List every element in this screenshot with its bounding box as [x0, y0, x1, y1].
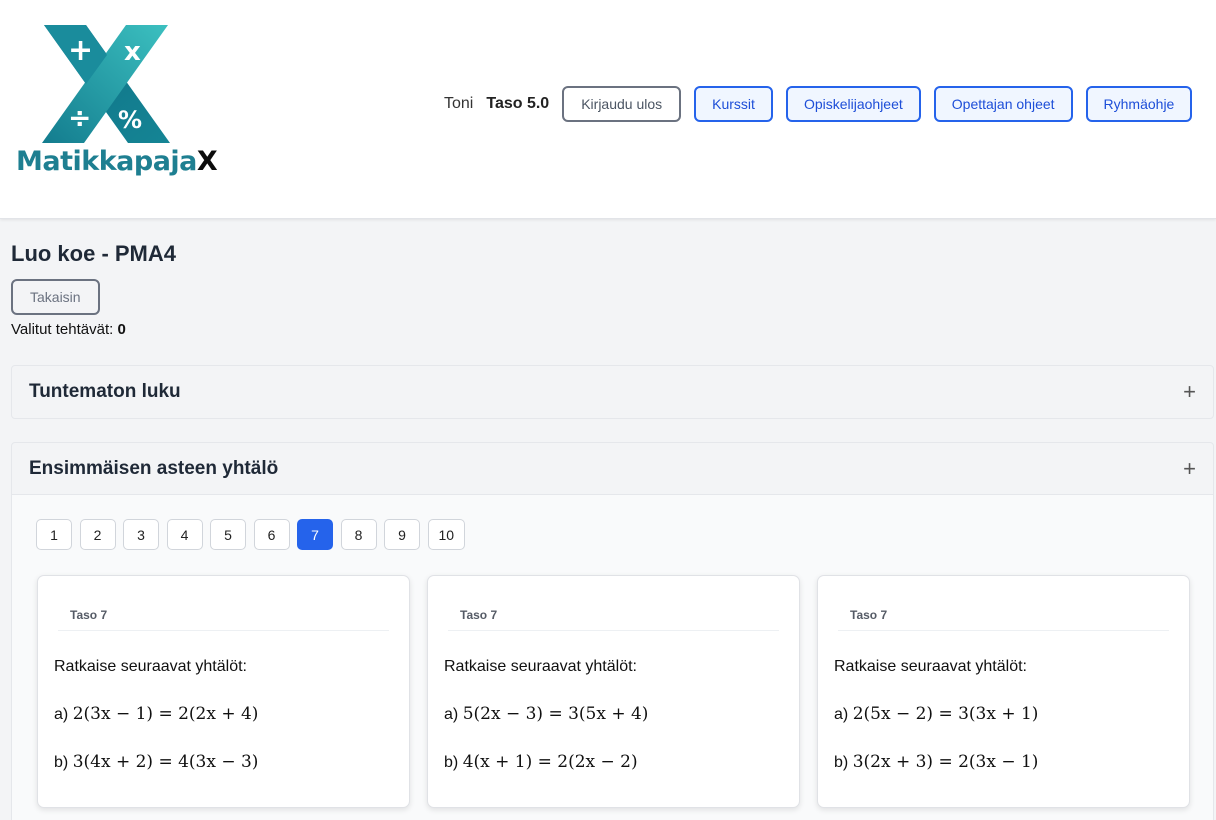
back-button[interactable]: Takaisin — [11, 279, 100, 315]
section-tuntematon-luku: Tuntematon luku + — [11, 365, 1214, 419]
svg-text:÷: ÷ — [68, 101, 91, 134]
section-ensimmaisen-asteen-yhtalo: Ensimmäisen asteen yhtälö + 1 2 3 4 5 6 … — [11, 442, 1214, 820]
card-divider — [838, 630, 1169, 631]
task-part-a-label: a) — [54, 706, 69, 723]
page-button-8[interactable]: 8 — [340, 519, 377, 550]
page-button-2[interactable]: 2 — [79, 519, 116, 550]
task-part-b: b) 3(2x + 3) = 2(3x − 1) — [834, 752, 1038, 772]
expand-plus-icon[interactable]: + — [1183, 381, 1196, 403]
logo-wordmark-suffix: X — [196, 146, 218, 177]
matikkapajax-logo[interactable]: + x ÷ % MatikkapajaX — [14, 22, 218, 182]
task-level: Taso 7 — [850, 608, 888, 622]
page-button-4[interactable]: 4 — [166, 519, 203, 550]
task-intro: Ratkaise seuraavat yhtälöt: — [54, 658, 247, 675]
task-part-b-equation: 4(x + 1) = 2(2x − 2) — [462, 752, 638, 772]
task-part-b-label: b) — [54, 754, 69, 771]
page-button-3[interactable]: 3 — [123, 519, 159, 550]
task-part-a-equation: 2(3x − 1) = 2(2x + 4) — [72, 704, 259, 724]
task-part-a: a) 5(2x − 3) = 3(5x + 4) — [444, 704, 648, 724]
logo-wordmark-main: Matikkapaja — [16, 146, 197, 177]
task-level: Taso 7 — [460, 608, 498, 622]
task-intro: Ratkaise seuraavat yhtälöt: — [834, 658, 1027, 675]
page-button-7[interactable]: 7 — [297, 519, 333, 550]
logo-wordmark: MatikkapajaX — [16, 146, 218, 177]
page-button-5[interactable]: 5 — [210, 519, 246, 550]
page-button-6[interactable]: 6 — [253, 519, 290, 550]
task-part-b-equation: 3(2x + 3) = 2(3x − 1) — [852, 752, 1039, 772]
section-header[interactable]: Tuntematon luku + — [12, 366, 1213, 418]
task-part-a: a) 2(3x − 1) = 2(2x + 4) — [54, 704, 258, 724]
task-part-b-label: b) — [834, 754, 849, 771]
top-navigation: Toni Taso 5.0 Kirjaudu ulos Kurssit Opis… — [444, 86, 1193, 122]
user-level: Taso 5.0 — [486, 95, 550, 112]
main-content: Luo koe - PMA4 Takaisin Valitut tehtävät… — [11, 240, 1214, 820]
task-level: Taso 7 — [70, 608, 108, 622]
page-button-10[interactable]: 10 — [427, 519, 466, 550]
group-guide-button[interactable]: Ryhmäohje — [1085, 86, 1193, 122]
task-part-b: b) 3(4x + 2) = 4(3x − 3) — [54, 752, 258, 772]
section-body: 1 2 3 4 5 6 7 8 9 10 Taso 7 Ratkaise seu… — [12, 495, 1213, 820]
section-header[interactable]: Ensimmäisen asteen yhtälö + — [12, 443, 1213, 495]
task-intro: Ratkaise seuraavat yhtälöt: — [444, 658, 637, 675]
svg-text:%: % — [118, 106, 142, 134]
selected-tasks-counter: Valitut tehtävät: 0 — [11, 321, 1214, 339]
task-part-a-label: a) — [444, 706, 459, 723]
task-card[interactable]: Taso 7 Ratkaise seuraavat yhtälöt: a) 2(… — [817, 575, 1190, 808]
teacher-guide-button[interactable]: Opettajan ohjeet — [933, 86, 1073, 122]
page-title: Luo koe - PMA4 — [11, 241, 177, 266]
task-part-a: a) 2(5x − 2) = 3(3x + 1) — [834, 704, 1038, 724]
x-math-logo-icon: + x ÷ % — [42, 25, 170, 143]
page-button-9[interactable]: 9 — [384, 519, 420, 550]
level-pagination: 1 2 3 4 5 6 7 8 9 10 — [36, 519, 473, 550]
card-divider — [448, 630, 779, 631]
task-part-a-equation: 2(5x − 2) = 3(3x + 1) — [852, 704, 1039, 724]
page-button-1[interactable]: 1 — [36, 519, 72, 550]
task-cards: Taso 7 Ratkaise seuraavat yhtälöt: a) 2(… — [37, 575, 1207, 808]
section-title: Ensimmäisen asteen yhtälö — [29, 457, 279, 479]
site-header: + x ÷ % MatikkapajaX Toni Taso 5.0 Kirja… — [0, 0, 1216, 219]
task-card[interactable]: Taso 7 Ratkaise seuraavat yhtälöt: a) 2(… — [37, 575, 410, 808]
logout-button[interactable]: Kirjaudu ulos — [562, 86, 682, 122]
selected-tasks-count: 0 — [117, 321, 126, 338]
task-part-b-label: b) — [444, 754, 459, 771]
svg-text:x: x — [124, 37, 141, 67]
expand-plus-icon[interactable]: + — [1183, 457, 1196, 480]
task-card[interactable]: Taso 7 Ratkaise seuraavat yhtälöt: a) 5(… — [427, 575, 800, 808]
svg-text:+: + — [68, 33, 93, 68]
selected-tasks-label: Valitut tehtävät: — [11, 321, 114, 338]
task-part-a-label: a) — [834, 706, 849, 723]
student-guide-button[interactable]: Opiskelijaohjeet — [785, 86, 921, 122]
courses-button[interactable]: Kurssit — [694, 86, 773, 122]
section-title: Tuntematon luku — [29, 381, 181, 402]
task-part-a-equation: 5(2x − 3) = 3(5x + 4) — [462, 704, 649, 724]
card-divider — [58, 630, 389, 631]
task-part-b: b) 4(x + 1) = 2(2x − 2) — [444, 752, 638, 772]
user-name: Toni — [444, 95, 474, 112]
task-part-b-equation: 3(4x + 2) = 4(3x − 3) — [72, 752, 259, 772]
